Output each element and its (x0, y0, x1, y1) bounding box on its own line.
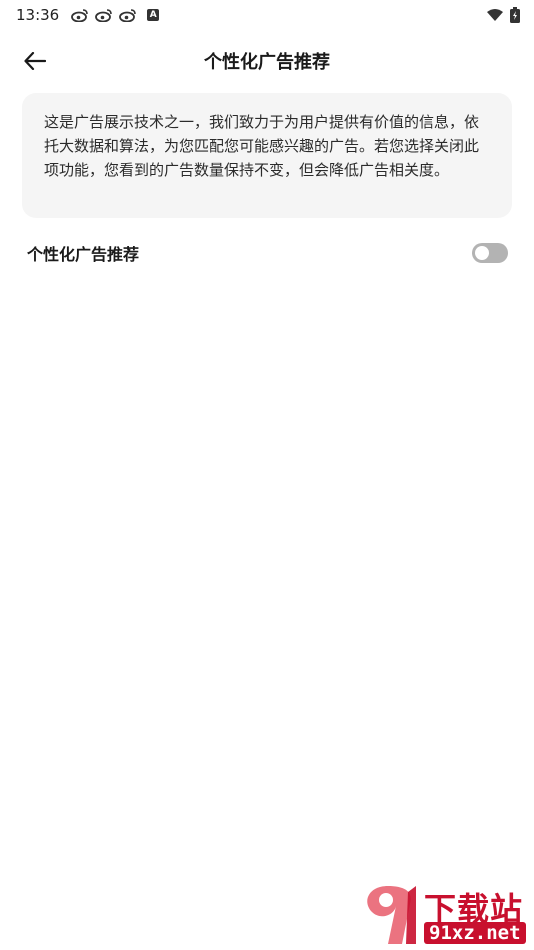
status-time: 13:36 (16, 6, 60, 24)
watermark-url: 91xz.net (424, 922, 526, 944)
battery-icon (510, 7, 520, 23)
setting-label: 个性化广告推荐 (27, 245, 140, 264)
personalized-ads-row[interactable]: 个性化广告推荐 (0, 232, 534, 274)
watermark-logo-icon (367, 886, 416, 944)
weibo-icon (119, 9, 137, 22)
app-bar: 个性化广告推荐 (0, 40, 534, 80)
weibo-icon (71, 9, 89, 22)
info-text: 这是广告展示技术之一，我们致力于为用户提供有价值的信息，依托大数据和算法，为您匹… (44, 113, 480, 179)
toggle-knob (475, 246, 489, 260)
system-icons (486, 7, 520, 23)
a-icon: A (147, 9, 160, 21)
status-bar: 13:36 A (0, 0, 534, 30)
personalized-ads-toggle[interactable] (472, 243, 508, 263)
notification-icons: A (71, 8, 160, 22)
page-title: 个性化广告推荐 (204, 52, 330, 73)
watermark: 下载站 91xz.net (358, 882, 528, 948)
weibo-icon (95, 9, 113, 22)
info-card: 这是广告展示技术之一，我们致力于为用户提供有价值的信息，依托大数据和算法，为您匹… (22, 93, 512, 218)
wifi-icon (487, 9, 503, 21)
